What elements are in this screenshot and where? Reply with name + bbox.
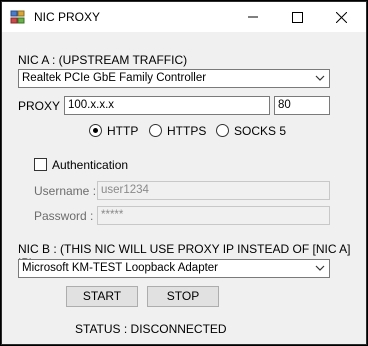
proxy-port-input[interactable]: 80 (274, 96, 330, 115)
close-icon (335, 11, 347, 23)
radio-https[interactable] (149, 124, 162, 137)
proxy-label: PROXY (18, 99, 61, 113)
password-input[interactable]: ***** (97, 206, 330, 225)
nic-a-dropdown[interactable]: Realtek PCIe GbE Family Controller (18, 69, 330, 88)
nic-proxy-window: NIC PROXY NIC A : (UPSTREAM TRAFFIC) Rea… (1, 1, 367, 345)
maximize-button[interactable] (275, 2, 319, 32)
maximize-icon (291, 11, 303, 23)
window-title: NIC PROXY (34, 10, 101, 24)
radio-socks5-label[interactable]: SOCKS 5 (234, 124, 286, 138)
minimize-button[interactable] (231, 2, 275, 32)
app-icon (10, 10, 25, 24)
nic-a-selected: Realtek PCIe GbE Family Controller (22, 72, 207, 84)
radio-http-label[interactable]: HTTP (107, 124, 138, 138)
title-bar[interactable]: NIC PROXY (2, 2, 366, 32)
minimize-icon (248, 16, 258, 18)
authentication-checkbox[interactable] (34, 158, 47, 171)
stop-button[interactable]: STOP (147, 286, 219, 307)
proxy-address-input[interactable]: 100.x.x.x (64, 96, 270, 115)
nic-b-selected: Microsoft KM-TEST Loopback Adapter (22, 262, 219, 274)
username-label: Username : (34, 184, 97, 198)
chevron-down-icon (315, 265, 325, 271)
chevron-down-icon (315, 75, 325, 81)
authentication-label[interactable]: Authentication (52, 158, 128, 172)
nic-b-dropdown[interactable]: Microsoft KM-TEST Loopback Adapter (18, 259, 330, 278)
radio-selected-dot (93, 128, 98, 133)
status-text: STATUS : DISCONNECTED (75, 322, 227, 336)
radio-socks5[interactable] (216, 124, 229, 137)
radio-http[interactable] (89, 124, 102, 137)
close-button[interactable] (319, 2, 363, 32)
start-button[interactable]: START (66, 286, 138, 307)
nic-a-label: NIC A : (UPSTREAM TRAFFIC) (18, 53, 188, 67)
password-label: Password : (34, 209, 94, 223)
username-input[interactable]: user1234 (97, 181, 330, 200)
radio-https-label[interactable]: HTTPS (167, 124, 206, 138)
